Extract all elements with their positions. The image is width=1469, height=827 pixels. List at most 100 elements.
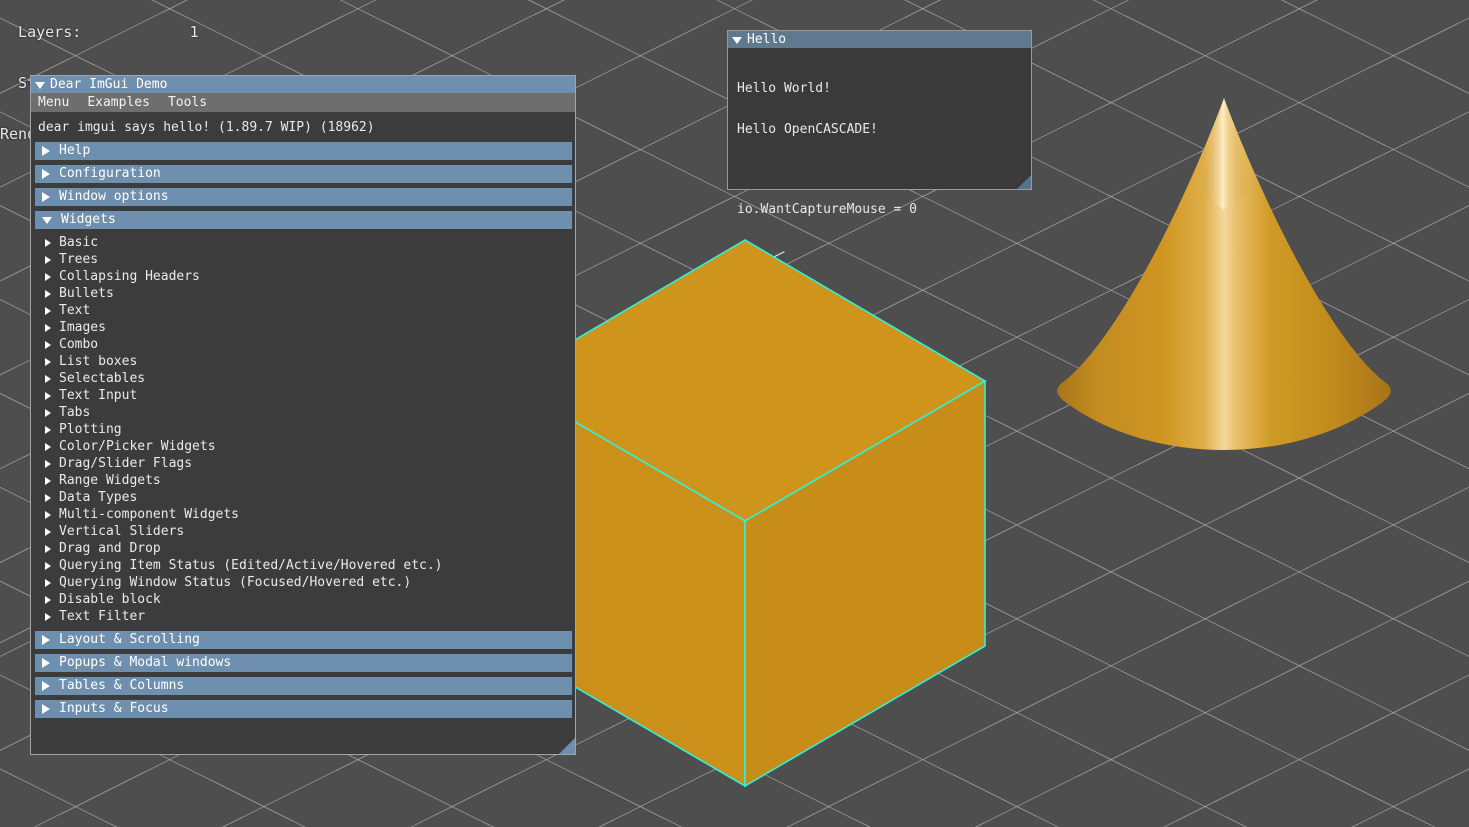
imgui-demo-window[interactable]: Dear ImGui Demo Menu Examples Tools dear… xyxy=(30,75,576,755)
triangle-right-icon[interactable] xyxy=(45,289,51,298)
tree-node-text[interactable]: Text xyxy=(35,302,571,319)
tree-node-basic[interactable]: Basic xyxy=(35,234,571,251)
tree-node-color-picker-widgets[interactable]: Color/Picker Widgets xyxy=(35,438,571,455)
tree-node-disable-block[interactable]: Disable block xyxy=(35,591,571,608)
tree-node-multi-component-widgets[interactable]: Multi-component Widgets xyxy=(35,506,571,523)
triangle-right-icon[interactable] xyxy=(42,146,50,156)
demo-window-title: Dear ImGui Demo xyxy=(50,77,168,92)
collapsing-header-tables-columns[interactable]: Tables & Columns xyxy=(35,677,572,695)
tree-node-label: Selectables xyxy=(59,371,146,386)
triangle-right-icon[interactable] xyxy=(45,306,51,315)
tree-node-label: Text Filter xyxy=(59,609,146,624)
tree-node-label: Drag and Drop xyxy=(59,541,161,556)
triangle-right-icon[interactable] xyxy=(45,238,51,247)
demo-menubar[interactable]: Menu Examples Tools xyxy=(31,93,575,112)
tree-node-querying-window-status[interactable]: Querying Window Status (Focused/Hovered … xyxy=(35,574,571,591)
tree-node-text-input[interactable]: Text Input xyxy=(35,387,571,404)
tree-node-images[interactable]: Images xyxy=(35,319,571,336)
collapsing-header-configuration[interactable]: Configuration xyxy=(35,165,572,183)
collapsing-header-help[interactable]: Help xyxy=(35,142,572,160)
resize-grip[interactable] xyxy=(559,738,575,754)
hello-window-title: Hello xyxy=(747,32,787,47)
triangle-right-icon[interactable] xyxy=(45,255,51,264)
tree-node-label: Text xyxy=(59,303,91,318)
collapsing-header-popups-modal-windows[interactable]: Popups & Modal windows xyxy=(35,654,572,672)
triangle-right-icon[interactable] xyxy=(45,544,51,553)
collapsing-header-label: Widgets xyxy=(61,212,116,227)
tree-node-selectables[interactable]: Selectables xyxy=(35,370,571,387)
tree-node-trees[interactable]: Trees xyxy=(35,251,571,268)
triangle-right-icon[interactable] xyxy=(45,340,51,349)
collapsing-header-label: Popups & Modal windows xyxy=(59,655,232,670)
collapsing-header-layout-scrolling[interactable]: Layout & Scrolling xyxy=(35,631,572,649)
triangle-right-icon[interactable] xyxy=(45,510,51,519)
tree-node-tabs[interactable]: Tabs xyxy=(35,404,571,421)
collapsing-header-inputs-focus[interactable]: Inputs & Focus xyxy=(35,700,572,718)
triangle-right-icon[interactable] xyxy=(45,612,51,621)
collapsing-header-label: Help xyxy=(59,143,91,158)
triangle-down-icon[interactable] xyxy=(35,81,45,89)
tree-node-label: Data Types xyxy=(59,490,138,505)
collapsing-header-label: Configuration xyxy=(59,166,161,181)
triangle-right-icon[interactable] xyxy=(45,408,51,417)
hello-text-wantcapturemouse: io.WantCaptureMouse = 0 xyxy=(737,202,918,217)
resize-grip[interactable] xyxy=(1017,175,1031,189)
triangle-right-icon[interactable] xyxy=(45,493,51,502)
hello-text-world: Hello World! xyxy=(737,81,831,96)
triangle-right-icon[interactable] xyxy=(45,459,51,468)
collapsing-header-label: Inputs & Focus xyxy=(59,701,169,716)
tree-node-label: Bullets xyxy=(59,286,114,301)
tree-node-label: Combo xyxy=(59,337,99,352)
triangle-right-icon[interactable] xyxy=(45,442,51,451)
triangle-down-icon[interactable] xyxy=(732,36,742,44)
triangle-right-icon[interactable] xyxy=(42,169,50,179)
tree-node-vertical-sliders[interactable]: Vertical Sliders xyxy=(35,523,571,540)
triangle-right-icon[interactable] xyxy=(45,425,51,434)
tree-node-label: Plotting xyxy=(59,422,122,437)
hello-window[interactable]: Hello Hello World! Hello OpenCASCADE! io… xyxy=(727,30,1032,216)
menu-item-menu[interactable]: Menu xyxy=(38,95,69,110)
triangle-right-icon[interactable] xyxy=(42,681,50,691)
tree-node-text-filter[interactable]: Text Filter xyxy=(35,608,571,625)
triangle-right-icon[interactable] xyxy=(45,578,51,587)
tree-node-data-types[interactable]: Data Types xyxy=(35,489,571,506)
menu-item-tools[interactable]: Tools xyxy=(168,95,207,110)
triangle-right-icon[interactable] xyxy=(45,323,51,332)
triangle-right-icon[interactable] xyxy=(45,374,51,383)
triangle-right-icon[interactable] xyxy=(45,391,51,400)
tree-node-range-widgets[interactable]: Range Widgets xyxy=(35,472,571,489)
triangle-right-icon[interactable] xyxy=(45,595,51,604)
triangle-right-icon[interactable] xyxy=(42,192,50,202)
tree-node-drag-slider-flags[interactable]: Drag/Slider Flags xyxy=(35,455,571,472)
triangle-down-icon[interactable] xyxy=(42,217,52,224)
tree-node-label: Drag/Slider Flags xyxy=(59,456,193,471)
tree-node-combo[interactable]: Combo xyxy=(35,336,571,353)
tree-node-label: Querying Item Status (Edited/Active/Hove… xyxy=(59,558,443,573)
demo-window-titlebar[interactable]: Dear ImGui Demo xyxy=(31,76,575,93)
tree-node-list-boxes[interactable]: List boxes xyxy=(35,353,571,370)
tree-node-drag-and-drop[interactable]: Drag and Drop xyxy=(35,540,571,557)
tree-node-plotting[interactable]: Plotting xyxy=(35,421,571,438)
collapsing-header-widgets[interactable]: Widgets xyxy=(35,211,572,229)
tree-node-querying-item-status[interactable]: Querying Item Status (Edited/Active/Hove… xyxy=(35,557,571,574)
triangle-right-icon[interactable] xyxy=(45,272,51,281)
stats-line: Layers: 1 xyxy=(0,23,199,41)
triangle-right-icon[interactable] xyxy=(45,561,51,570)
tree-node-label: Collapsing Headers xyxy=(59,269,200,284)
collapsing-header-label: Layout & Scrolling xyxy=(59,632,200,647)
menu-item-examples[interactable]: Examples xyxy=(87,95,150,110)
tree-node-bullets[interactable]: Bullets xyxy=(35,285,571,302)
triangle-right-icon[interactable] xyxy=(45,357,51,366)
app-root: Layers: 1 Structs: 5 Rendered Layers: 2 … xyxy=(0,0,1469,827)
triangle-right-icon[interactable] xyxy=(45,476,51,485)
collapsing-header-window-options[interactable]: Window options xyxy=(35,188,572,206)
tree-node-label: Color/Picker Widgets xyxy=(59,439,216,454)
triangle-right-icon[interactable] xyxy=(42,704,50,714)
tree-node-collapsing-headers[interactable]: Collapsing Headers xyxy=(35,268,571,285)
triangle-right-icon[interactable] xyxy=(42,658,50,668)
triangle-right-icon[interactable] xyxy=(42,635,50,645)
hello-window-titlebar[interactable]: Hello xyxy=(728,31,1031,48)
tree-node-label: Range Widgets xyxy=(59,473,161,488)
triangle-right-icon[interactable] xyxy=(45,527,51,536)
